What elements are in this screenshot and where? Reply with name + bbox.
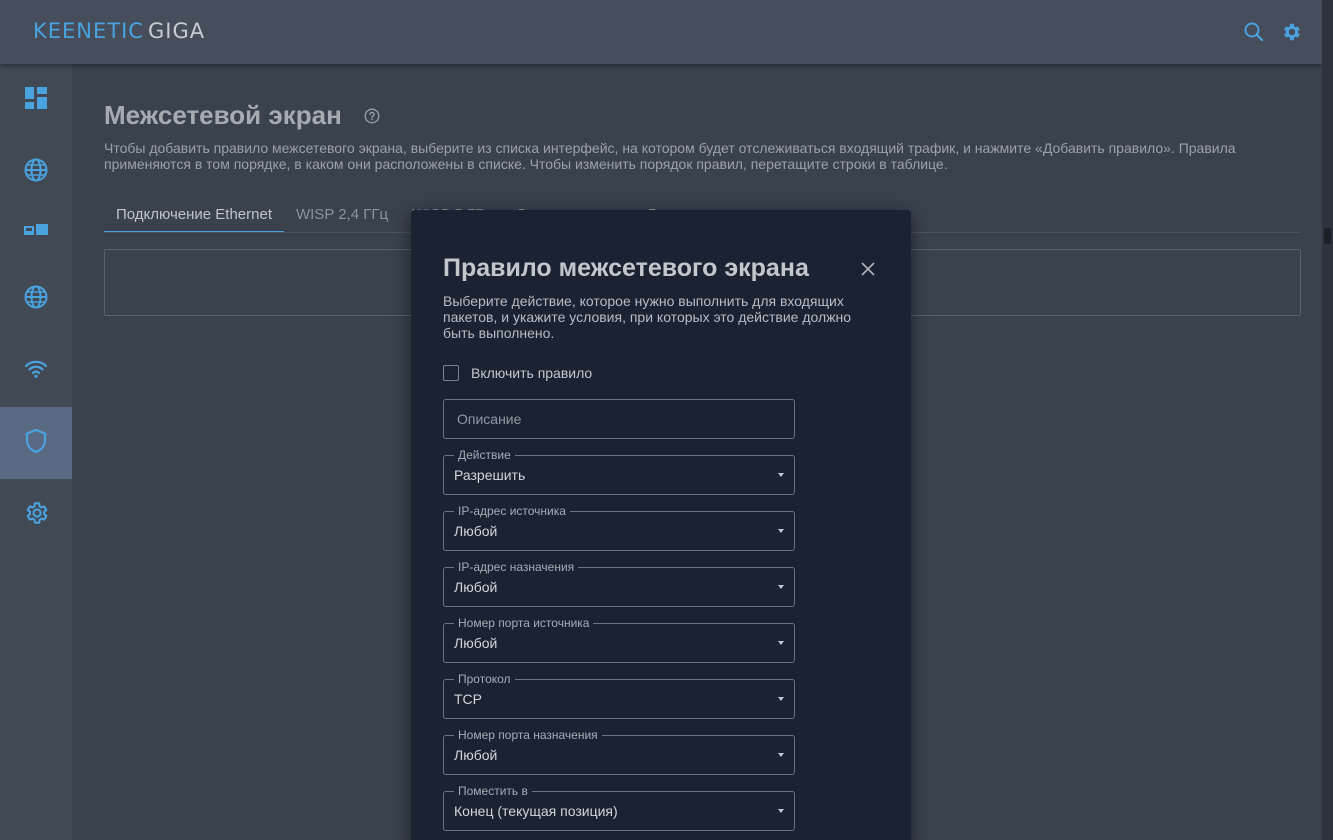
- page-description: Чтобы добавить правило межсетевого экран…: [104, 140, 1236, 172]
- enable-rule-checkbox[interactable]: [443, 365, 459, 381]
- action-value: Разрешить: [454, 467, 526, 483]
- globe-network-icon: [23, 284, 49, 315]
- destination-ip-value: Любой: [454, 579, 498, 595]
- dialog-description: Выберите действие, которое нужно выполни…: [443, 293, 852, 341]
- destination-port-value: Любой: [454, 747, 498, 763]
- sidebar: [0, 64, 72, 840]
- source-ip-value: Любой: [454, 523, 498, 539]
- firewall-rule-dialog: Правило межсетевого экрана Выберите дейс…: [411, 210, 911, 840]
- settings-gear-icon: [23, 500, 49, 531]
- close-icon[interactable]: [859, 260, 877, 278]
- destination-port-label: Номер порта назначения: [454, 728, 602, 742]
- sidebar-item-network[interactable]: [0, 263, 72, 335]
- enable-rule-label: Включить правило: [471, 365, 593, 381]
- source-ip-select[interactable]: IP-адрес источника Любой: [443, 504, 795, 551]
- logo-model: GIGA: [147, 19, 206, 43]
- globe-icon: [23, 157, 49, 188]
- top-bar: KEENETIC GIGA: [0, 0, 1322, 64]
- page-title: Межсетевой экран: [104, 100, 342, 130]
- source-ip-label: IP-адрес источника: [454, 504, 570, 518]
- sidebar-item-system-settings[interactable]: [0, 479, 72, 551]
- search-icon[interactable]: [1243, 21, 1265, 43]
- source-port-label: Номер порта источника: [454, 616, 594, 630]
- position-label: Поместить в: [454, 784, 532, 798]
- source-port-select[interactable]: Номер порта источника Любой: [443, 616, 795, 663]
- sidebar-item-security[interactable]: [0, 407, 72, 479]
- wifi-icon: [24, 359, 48, 384]
- chevron-down-icon: [778, 585, 784, 589]
- sidebar-item-dashboard[interactable]: [0, 64, 72, 136]
- tab-ethernet-connection[interactable]: Подключение Ethernet: [104, 200, 284, 233]
- action-label: Действие: [454, 448, 515, 462]
- action-select[interactable]: Действие Разрешить: [443, 448, 795, 495]
- enable-rule-checkbox-row[interactable]: Включить правило: [443, 365, 592, 381]
- position-select[interactable]: Поместить в Конец (текущая позиция): [443, 784, 795, 831]
- destination-port-select[interactable]: Номер порта назначения Любой: [443, 728, 795, 775]
- chevron-down-icon: [778, 529, 784, 533]
- tab-wisp-2-4ghz[interactable]: WISP 2,4 ГГц: [284, 200, 400, 233]
- dashboard-icon: [24, 86, 48, 115]
- description-input[interactable]: [443, 399, 795, 439]
- page-scrollbar[interactable]: [1322, 0, 1333, 840]
- sidebar-item-devices[interactable]: [0, 196, 72, 268]
- devices-icon: [24, 223, 48, 242]
- chevron-down-icon: [778, 753, 784, 757]
- chevron-down-icon: [778, 697, 784, 701]
- help-icon[interactable]: [364, 108, 380, 129]
- sidebar-item-wifi[interactable]: [0, 335, 72, 407]
- chevron-down-icon: [778, 809, 784, 813]
- position-value: Конец (текущая позиция): [454, 803, 618, 819]
- scrollbar-thumb[interactable]: [1324, 228, 1331, 244]
- shield-icon: [25, 428, 47, 459]
- gear-icon[interactable]: [1280, 21, 1302, 43]
- protocol-select[interactable]: Протокол TCP: [443, 672, 795, 719]
- source-port-value: Любой: [454, 635, 498, 651]
- protocol-value: TCP: [454, 691, 482, 707]
- destination-ip-label: IP-адрес назначения: [454, 560, 579, 574]
- chevron-down-icon: [778, 641, 784, 645]
- logo-brand: KEENETIC: [33, 19, 144, 43]
- chevron-down-icon: [778, 473, 784, 477]
- destination-ip-select[interactable]: IP-адрес назначения Любой: [443, 560, 795, 607]
- dialog-title: Правило межсетевого экрана: [443, 254, 809, 282]
- protocol-label: Протокол: [454, 672, 515, 686]
- keenetic-logo[interactable]: KEENETIC GIGA: [33, 19, 205, 43]
